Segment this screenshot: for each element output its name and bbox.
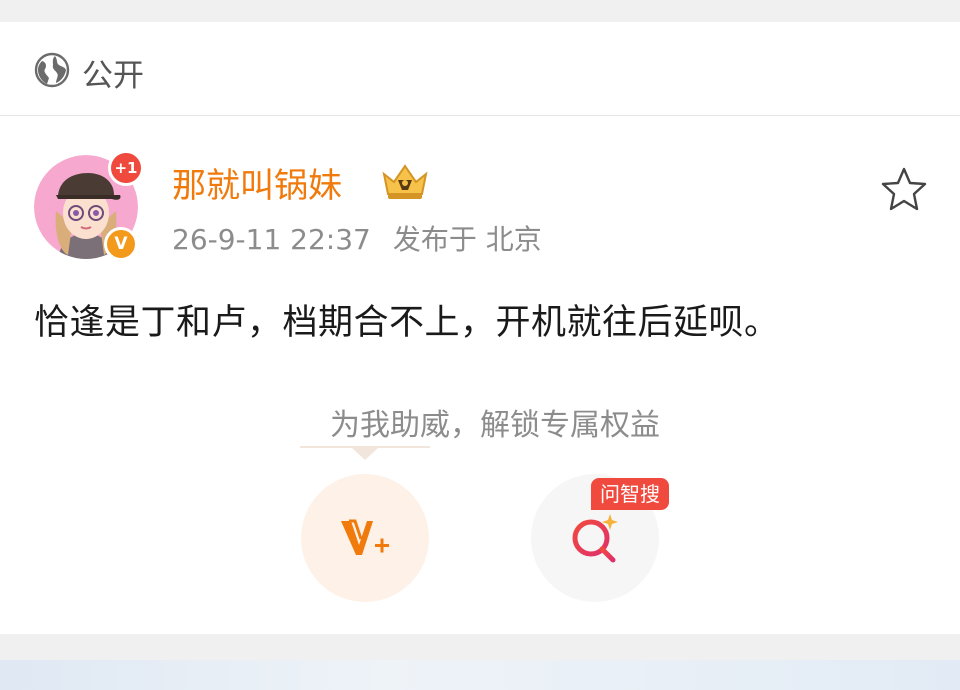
globe-icon	[34, 52, 70, 88]
post-meta: 26-9-11 22:37 发布于 北京	[172, 218, 542, 258]
prompt-pointer	[300, 446, 430, 460]
v-plus-icon	[341, 519, 389, 555]
star-outline-icon[interactable]	[880, 166, 928, 212]
author-name[interactable]: 那就叫锅妹	[172, 158, 342, 207]
sparkle-search-icon	[572, 514, 618, 563]
card-separator	[0, 634, 960, 660]
visibility-label: 公开	[82, 58, 144, 94]
post-location: 发布于 北京	[392, 223, 542, 256]
crown-icon[interactable]	[378, 160, 432, 202]
ai-search-tag: 问智搜	[591, 478, 669, 510]
post-card: 公开 +1 V 那就叫锅妹 26-9-11 22:37 发布于 北京 恰逢是丁和…	[0, 22, 960, 634]
top-gap	[0, 0, 960, 22]
visibility-row[interactable]: 公开	[0, 22, 960, 116]
notification-badge: +1	[108, 150, 144, 186]
vplus-button[interactable]	[301, 474, 429, 602]
next-card-preview	[0, 660, 960, 690]
post-text: 恰逢是丁和卢，档期合不上，开机就往后延呗。	[34, 303, 780, 343]
post-timestamp: 26-9-11 22:37	[172, 223, 371, 256]
boost-prompt: 为我助威，解锁专属权益	[330, 408, 660, 443]
verified-badge: V	[104, 227, 138, 261]
